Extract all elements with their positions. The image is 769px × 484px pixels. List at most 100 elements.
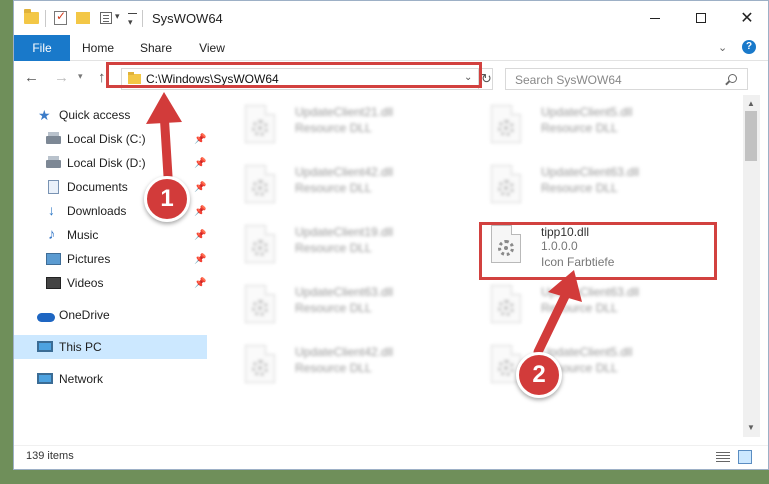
tab-view[interactable]: View	[192, 35, 232, 61]
tab-file[interactable]: File	[14, 35, 70, 61]
file-name: UpdateClient5.dll	[541, 105, 633, 119]
documents-icon	[48, 180, 59, 194]
music-icon: ♪	[48, 226, 56, 243]
file-name: UpdateClient42.dll	[295, 345, 394, 359]
sidebar-item-this-pc[interactable]: This PC	[14, 335, 207, 359]
sidebar-item-label: Local Disk (D:)	[67, 156, 146, 170]
file-item[interactable]: UpdateClient63.dll Resource DLL	[221, 279, 441, 331]
file-item[interactable]: UpdateClient63.dll Resource DLL	[467, 279, 687, 331]
sidebar-item-onedrive[interactable]: OneDrive	[14, 303, 207, 327]
step-marker-1: 1	[144, 176, 190, 222]
sidebar-item-label: Videos	[67, 276, 104, 290]
forward-arrow-icon[interactable]: →	[54, 69, 69, 86]
close-button[interactable]: ✕	[724, 1, 769, 35]
disk-icon	[46, 132, 61, 144]
tab-home[interactable]: Home	[76, 35, 120, 61]
file-item[interactable]: UpdateClient5.dll Resource DLL	[467, 339, 687, 391]
pin-icon[interactable]: 📌	[194, 134, 206, 145]
sidebar-item-local-disk-d[interactable]: Local Disk (D:) 📌	[14, 151, 207, 175]
navigation-pane: ★ Quick access Local Disk (C:) 📌 Local D…	[14, 95, 207, 437]
disk-icon	[46, 156, 61, 168]
sidebar-item-videos[interactable]: Videos 📌	[14, 271, 207, 295]
gear-icon	[252, 120, 268, 136]
sidebar-item-label: Downloads	[67, 204, 127, 218]
gear-icon	[252, 300, 268, 316]
chevron-down-icon[interactable]: ▾	[128, 17, 133, 28]
help-icon[interactable]: ?	[742, 40, 756, 54]
downloads-icon: ↓	[48, 202, 55, 218]
star-icon: ★	[38, 107, 51, 123]
computer-icon	[37, 341, 53, 352]
scroll-down-icon[interactable]: ▼	[747, 423, 755, 432]
toolbar-divider	[142, 10, 143, 27]
file-item[interactable]: UpdateClient19.dll Resource DLL	[221, 219, 441, 271]
minimize-icon	[650, 17, 660, 19]
file-name: UpdateClient19.dll	[295, 225, 394, 239]
ribbon-tabs: File Home Share View ⌄ ?	[14, 35, 768, 61]
minimize-button[interactable]	[632, 1, 678, 35]
sidebar-item-label: Music	[67, 228, 99, 242]
videos-icon	[46, 277, 61, 289]
dll-file-icon	[491, 105, 521, 143]
sidebar-item-pictures[interactable]: Pictures 📌	[14, 247, 207, 271]
sidebar-item-network[interactable]: Network	[14, 367, 207, 391]
sidebar-item-label: Quick access	[59, 108, 131, 122]
file-item[interactable]: UpdateClient5.dll Resource DLL	[467, 99, 687, 151]
view-options-icon[interactable]	[100, 12, 112, 24]
pin-icon[interactable]: 📌	[194, 182, 206, 193]
sidebar-item-label: Documents	[67, 180, 128, 194]
file-highlight-box	[479, 222, 717, 280]
file-name: UpdateClient63.dll	[295, 285, 394, 299]
file-description: Resource DLL	[295, 241, 372, 255]
dll-file-icon	[245, 225, 275, 263]
sidebar-item-local-disk-c[interactable]: Local Disk (C:) 📌	[14, 127, 207, 151]
scroll-up-icon[interactable]: ▲	[747, 99, 755, 108]
file-item[interactable]: UpdateClient42.dll Resource DLL	[221, 159, 441, 211]
chevron-down-icon[interactable]: ▾	[115, 11, 120, 22]
vertical-scrollbar[interactable]: ▲ ▼	[743, 95, 760, 437]
sidebar-item-music[interactable]: ♪ Music 📌	[14, 223, 207, 247]
pin-icon[interactable]: 📌	[194, 158, 206, 169]
expand-ribbon-icon[interactable]: ⌄	[718, 41, 727, 54]
file-description: Resource DLL	[541, 301, 618, 315]
sidebar-item-label: Network	[59, 372, 104, 386]
address-highlight-box	[106, 62, 482, 88]
toolbar-divider	[45, 10, 46, 27]
file-description: Resource DLL	[541, 121, 618, 135]
close-icon: ✕	[740, 10, 754, 27]
file-name: UpdateClient5.dll	[541, 345, 633, 359]
pin-icon[interactable]: 📌	[194, 254, 206, 265]
file-description: Resource DLL	[541, 181, 618, 195]
search-box[interactable]: Search SysWOW64	[505, 68, 748, 90]
sidebar-item-quick-access[interactable]: ★ Quick access	[14, 103, 207, 127]
tab-share[interactable]: Share	[132, 35, 180, 61]
properties-icon[interactable]	[54, 9, 67, 25]
scroll-thumb[interactable]	[745, 111, 757, 161]
pin-icon[interactable]: 📌	[194, 278, 206, 289]
onedrive-icon	[37, 313, 55, 322]
pin-icon[interactable]: 📌	[194, 230, 206, 241]
pictures-icon	[46, 253, 61, 265]
file-name: UpdateClient63.dll	[541, 165, 640, 179]
file-item[interactable]: UpdateClient42.dll Resource DLL	[221, 339, 441, 391]
file-item[interactable]: UpdateClient63.dll Resource DLL	[467, 159, 687, 211]
details-view-icon[interactable]	[716, 451, 730, 463]
chevron-down-icon[interactable]: ▾	[78, 71, 83, 82]
customize-toolbar-icon[interactable]	[128, 13, 137, 14]
gear-icon	[252, 360, 268, 376]
file-name: UpdateClient21.dll	[295, 105, 394, 119]
maximize-button[interactable]	[678, 1, 724, 35]
file-item[interactable]: UpdateClient21.dll Resource DLL	[221, 99, 441, 151]
search-input[interactable]: Search SysWOW64	[515, 73, 622, 87]
dll-file-icon	[245, 345, 275, 383]
step-marker-2: 2	[516, 352, 562, 398]
large-icons-view-icon[interactable]	[738, 450, 752, 464]
back-arrow-icon[interactable]: ←	[24, 69, 39, 86]
title-bar: ▾ ▾ SysWOW64 ✕	[14, 1, 768, 35]
pin-icon[interactable]: 📌	[194, 206, 206, 217]
window-title: SysWOW64	[152, 11, 223, 26]
dll-file-icon	[245, 105, 275, 143]
gear-icon	[498, 120, 514, 136]
up-arrow-icon[interactable]: ↑	[98, 69, 106, 86]
new-folder-icon[interactable]	[76, 12, 90, 24]
